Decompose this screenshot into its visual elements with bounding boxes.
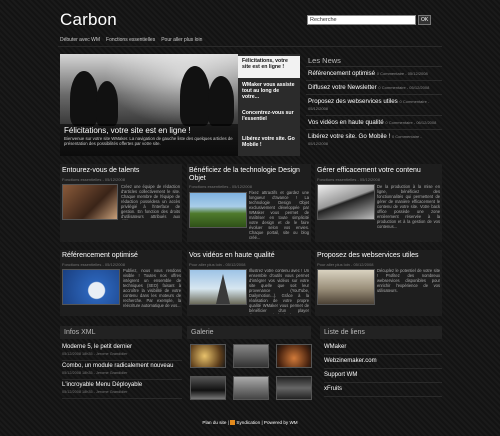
article-thumbnail[interactable]: [62, 269, 120, 305]
gallery-thumbnail[interactable]: [190, 344, 226, 368]
article-excerpt: Créez une équipe de rédaction d'articles…: [121, 184, 180, 220]
eiffel-tower-shape: [216, 274, 230, 304]
article-thumbnail[interactable]: [62, 184, 118, 220]
article-meta: Pour aller plus loin - 05/12/2008: [317, 262, 374, 267]
article-excerpt: Illustrez votre contenu avec ! Un ensemb…: [249, 268, 309, 314]
news-item-title[interactable]: Diffusez votre Newsletter: [308, 84, 377, 91]
article-title[interactable]: Entourez-vous de talents: [62, 167, 139, 174]
nav-item-aller-plus-loin[interactable]: Pour aller plus loin: [161, 37, 202, 43]
news-item-meta: 0 Commentaire - 05/12/2008: [376, 71, 428, 76]
site-logo[interactable]: Carbon: [60, 10, 117, 30]
article-thumbnail[interactable]: [317, 184, 375, 220]
news-item-title[interactable]: Référencement optimisé: [308, 70, 375, 77]
search-input[interactable]: [307, 15, 416, 25]
news-item-title[interactable]: Proposez des webservices utiles: [308, 98, 398, 105]
news-item[interactable]: Proposez des webservices utiles 0 Commen…: [306, 94, 442, 115]
gallery-thumbnail[interactable]: [233, 376, 269, 400]
xml-item-title[interactable]: L'incroyable Menu Déployable: [62, 382, 142, 388]
article-meta: Pour aller plus loin - 05/12/2008: [189, 262, 246, 267]
slide-tab-3[interactable]: Concentrez-vous sur l'essentiel: [238, 108, 300, 124]
news-item[interactable]: Référencement optimisé 0 Commentaire - 0…: [306, 66, 442, 80]
top-navigation: Débuter avec WM Fonctions essentielles P…: [60, 34, 442, 45]
xml-item[interactable]: Moderne 5, le petit dernier 05/12/2008 18…: [62, 342, 182, 361]
link-item-webzinemaker[interactable]: Webzinemaker.com: [324, 355, 442, 369]
xml-item-meta: 05/12/2008 18h35 - Jerome Grandidier: [62, 352, 128, 356]
gallery-thumbnail[interactable]: [276, 344, 312, 368]
link-item-support[interactable]: Support WM: [324, 369, 442, 383]
article-title[interactable]: Proposez des webservices utiles: [317, 252, 419, 259]
links-heading: Liste de liens: [320, 326, 442, 339]
gallery-thumbnail[interactable]: [233, 344, 269, 368]
xml-item[interactable]: Combo, un module radicalement nouveau 05/…: [62, 361, 182, 380]
article-thumbnail[interactable]: [189, 269, 247, 305]
article-meta: Fonctions essentielles - 05/12/2008: [62, 262, 125, 267]
article-title[interactable]: Référencement optimisé: [62, 252, 138, 259]
article-title[interactable]: Gérer efficacement votre contenu: [317, 167, 421, 174]
footer: Plan du site | Syndication | Powered by …: [202, 420, 298, 426]
news-item-meta: 0 Commentaire - 06/12/2008: [385, 120, 437, 125]
slide-tab-2[interactable]: WMaker vous assiste tout au long de votr…: [238, 80, 300, 102]
article-thumbnail[interactable]: [317, 269, 375, 305]
nav-item-fonctions[interactable]: Fonctions essentielles: [106, 37, 155, 43]
xml-item[interactable]: L'incroyable Menu Déployable 05/12/2008 1…: [62, 380, 182, 399]
gallery-thumbnail[interactable]: [190, 376, 226, 400]
links-list: WMaker Webzinemaker.com Support WM xFrui…: [324, 341, 442, 397]
article-excerpt: Publiez, nous vous rendons visible ! Tou…: [123, 268, 181, 308]
link-item-xfruits[interactable]: xFruits: [324, 383, 442, 397]
article-thumbnail[interactable]: [189, 192, 247, 228]
nav-item-debuter[interactable]: Débuter avec WM: [60, 37, 100, 43]
nav-divider: [58, 46, 442, 47]
article-title[interactable]: Bénéficiez de la technologie Design Obje…: [189, 167, 311, 183]
news-item-title[interactable]: Vos vidéos en haute qualité: [308, 119, 384, 126]
news-item[interactable]: Vos vidéos en haute qualité 0 Commentair…: [306, 115, 442, 129]
featured-slider: Félicitations, votre site est en ligne !…: [60, 54, 300, 156]
xml-list: Moderne 5, le petit dernier 05/12/2008 18…: [62, 342, 182, 399]
featured-description: Bienvenue sur votre site WMaker. La navi…: [64, 136, 233, 146]
slide-tab-4[interactable]: Libérez votre site. Go Mobile !: [238, 134, 300, 150]
xml-heading: Infos XML: [60, 326, 182, 339]
footer-sitemap-link[interactable]: Plan du site: [202, 420, 226, 425]
article-excerpt: De la production à la mise en ligne, bén…: [377, 184, 440, 229]
article-excerpt: Fixez attractifs et gardez une longueur …: [249, 190, 309, 240]
search-button[interactable]: OK: [418, 15, 432, 25]
xml-item-title[interactable]: Combo, un module radicalement nouveau: [62, 363, 173, 369]
xml-item-meta: 05/12/2008 18h35 - Jerome Grandidier: [62, 390, 128, 394]
news-heading: Les News: [308, 56, 341, 65]
article-excerpt: Décuplez le potentiel de votre site ! Pr…: [377, 268, 440, 293]
footer-powered-link[interactable]: Powered by WM: [264, 420, 298, 425]
article-meta: Fonctions essentielles - 05/12/2008: [317, 177, 380, 182]
news-list: Référencement optimisé 0 Commentaire - 0…: [306, 66, 442, 150]
slide-tab-1[interactable]: Félicitations, votre site est en ligne !: [238, 56, 300, 78]
link-item-wmaker[interactable]: WMaker: [324, 341, 442, 355]
news-item-meta: 0 Commentaire - 05/12/2008: [378, 85, 430, 90]
gallery-thumbnail[interactable]: [276, 376, 312, 400]
xml-item-meta: 05/12/2008 18h35 - Jerome Grandidier: [62, 371, 128, 375]
news-item[interactable]: Diffusez votre Newsletter 0 Commentaire …: [306, 80, 442, 94]
xml-item-title[interactable]: Moderne 5, le petit dernier: [62, 344, 132, 350]
gallery-heading: Galerie: [187, 326, 311, 339]
featured-title[interactable]: Félicitations, votre site est en ligne !: [64, 126, 234, 135]
news-item[interactable]: Libérez votre site. Go Mobile ! 0 Commen…: [306, 129, 442, 150]
article-title[interactable]: Vos vidéos en haute qualité: [189, 252, 275, 259]
rss-icon: [230, 420, 236, 426]
search-bar: OK: [307, 15, 432, 25]
featured-caption: Félicitations, votre site est en ligne !…: [60, 124, 238, 156]
article-meta: Fonctions essentielles - 05/12/2008: [189, 184, 252, 189]
footer-syndication-link[interactable]: Syndication: [236, 420, 260, 425]
article-meta: Fonctions essentielles - 05/12/2008: [62, 177, 125, 182]
news-item-title[interactable]: Libérez votre site. Go Mobile !: [308, 133, 390, 140]
